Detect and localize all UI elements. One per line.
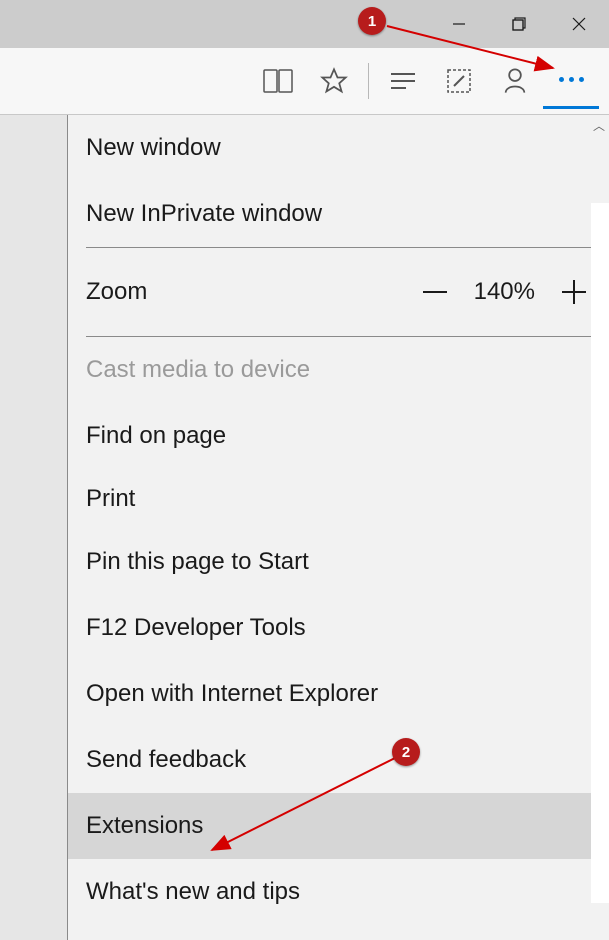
zoom-label: Zoom	[86, 278, 147, 306]
reading-view-icon	[263, 69, 293, 93]
zoom-value: 140%	[474, 278, 535, 306]
menu-new-window[interactable]: New window	[68, 115, 609, 181]
menu-extensions[interactable]: Extensions	[68, 793, 609, 859]
menu-send-feedback[interactable]: Send feedback	[68, 727, 609, 793]
menu-new-inprivate[interactable]: New InPrivate window	[68, 181, 609, 247]
menu-find-on-page[interactable]: Find on page	[68, 403, 609, 469]
menu-pin-to-start[interactable]: Pin this page to Start	[68, 529, 609, 595]
web-note-button[interactable]	[431, 53, 487, 109]
titlebar	[0, 0, 609, 48]
minimize-button[interactable]	[429, 0, 489, 48]
minus-icon	[421, 278, 449, 306]
zoom-in-button[interactable]	[557, 275, 591, 309]
reading-view-button[interactable]	[250, 53, 306, 109]
toolbar	[0, 48, 609, 115]
zoom-controls: 140%	[418, 275, 591, 309]
minimize-icon	[452, 17, 466, 31]
scrollbar-track[interactable]	[591, 203, 609, 903]
plus-icon	[560, 278, 588, 306]
more-menu: ︿ New window New InPrivate window Zoom 1…	[67, 115, 609, 940]
favorite-button[interactable]	[306, 53, 362, 109]
menu-print[interactable]: Print	[68, 469, 609, 529]
menu-open-ie[interactable]: Open with Internet Explorer	[68, 661, 609, 727]
content-area: ︿ New window New InPrivate window Zoom 1…	[0, 115, 609, 940]
star-icon	[320, 67, 348, 95]
share-icon	[501, 67, 529, 95]
menu-cast-media: Cast media to device	[68, 337, 609, 403]
close-button[interactable]	[549, 0, 609, 48]
left-padding	[0, 115, 67, 940]
scroll-up-arrow[interactable]: ︿	[593, 117, 605, 134]
more-icon	[559, 77, 584, 82]
menu-whats-new[interactable]: What's new and tips	[68, 859, 609, 925]
maximize-button[interactable]	[489, 0, 549, 48]
hub-icon	[389, 71, 417, 91]
menu-zoom-row: Zoom 140%	[68, 248, 609, 336]
more-button[interactable]	[543, 53, 599, 109]
web-note-icon	[446, 68, 472, 94]
zoom-out-button[interactable]	[418, 275, 452, 309]
close-icon	[572, 17, 586, 31]
share-button[interactable]	[487, 53, 543, 109]
maximize-icon	[512, 17, 526, 31]
toolbar-divider	[368, 63, 369, 99]
hub-button[interactable]	[375, 53, 431, 109]
menu-dev-tools[interactable]: F12 Developer Tools	[68, 595, 609, 661]
